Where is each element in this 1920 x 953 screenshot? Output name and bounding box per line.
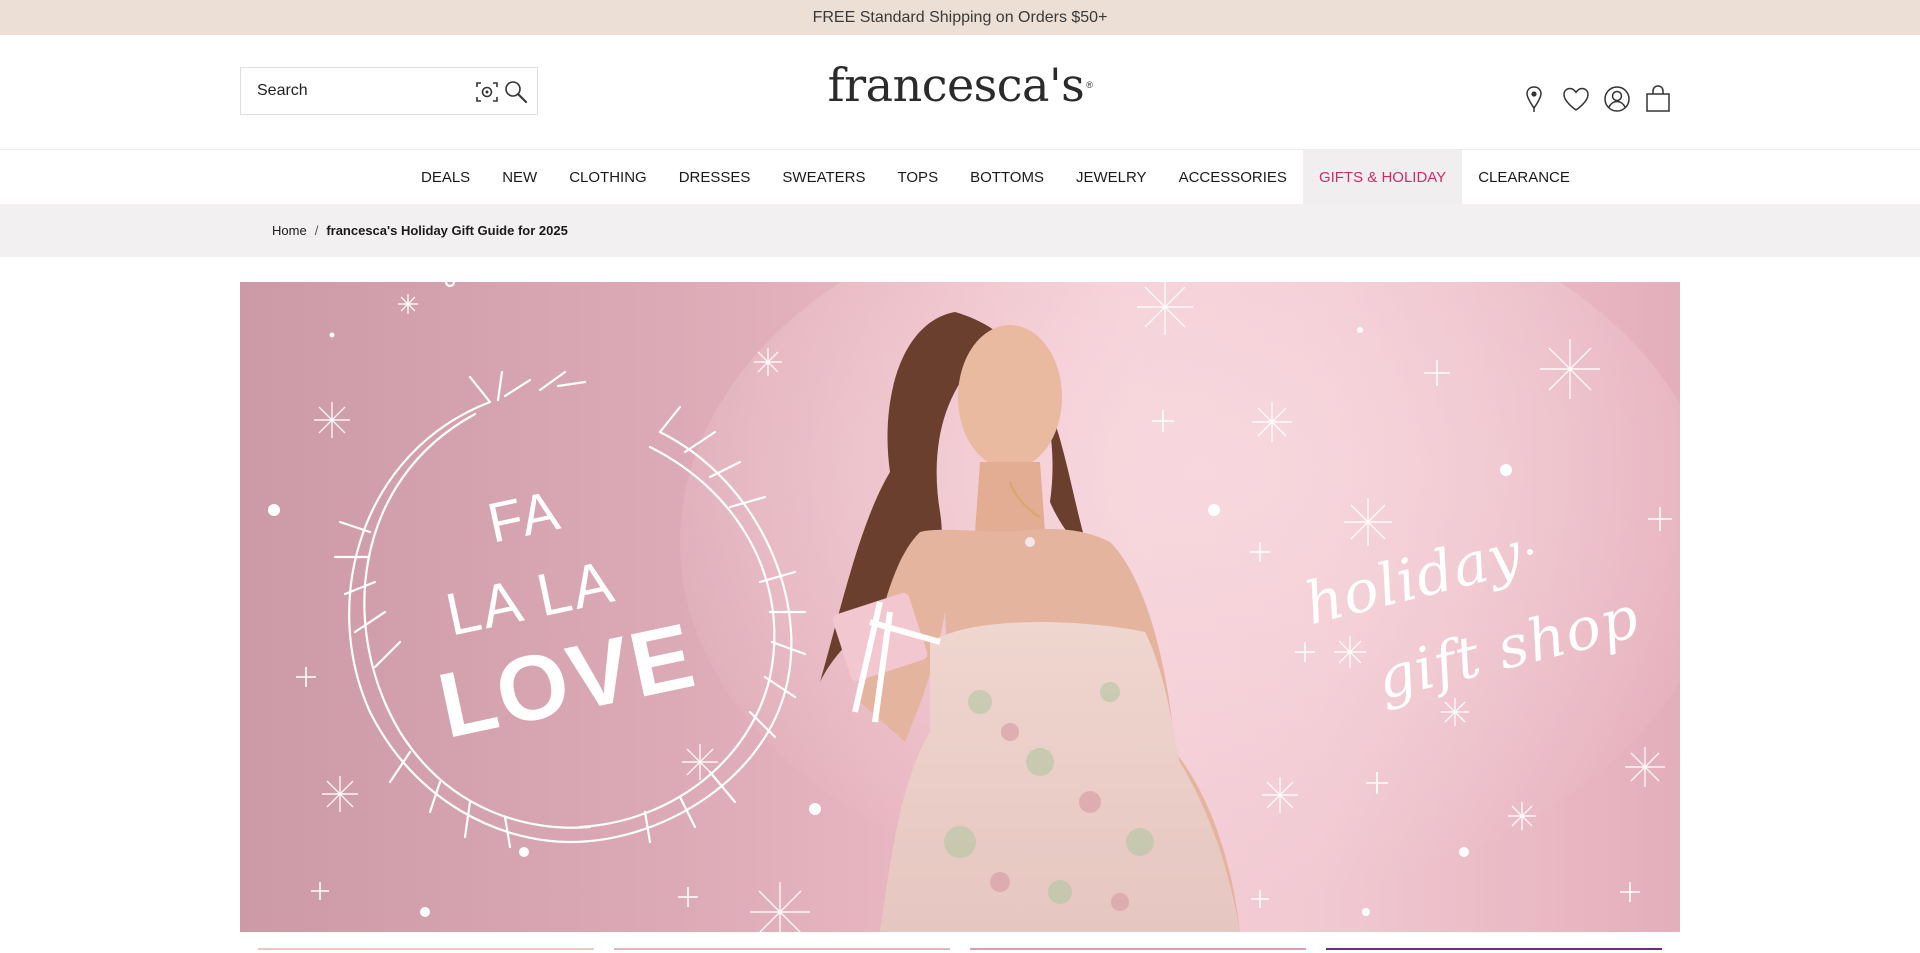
promo-banner[interactable]: FREE Standard Shipping on Orders $50+ <box>0 0 1920 35</box>
breadcrumb-separator: / <box>314 223 319 238</box>
location-pin-icon[interactable] <box>1518 83 1550 115</box>
card-peek-1 <box>258 948 594 950</box>
search-icon[interactable] <box>503 79 529 105</box>
hero-banner[interactable]: FA LA LA LOVE holiday gift shop <box>240 282 1680 932</box>
card-peek-4 <box>1326 948 1662 950</box>
breadcrumb-home-link[interactable]: Home <box>272 223 307 238</box>
heart-icon[interactable] <box>1560 83 1592 115</box>
main-navigation: DEALS NEW CLOTHING DRESSES SWEATERS TOPS BOTTO… <box>0 149 1920 204</box>
nav-item-dresses[interactable]: DRESSES <box>663 150 767 204</box>
nav-item-jewelry[interactable]: JEWELRY <box>1060 150 1163 204</box>
card-peek-2 <box>614 948 950 950</box>
nav-item-tops[interactable]: TOPS <box>882 150 955 204</box>
account-icon[interactable] <box>1601 83 1633 115</box>
content-cards-peek <box>258 948 1662 953</box>
shopping-bag-icon[interactable] <box>1642 83 1674 115</box>
search-box <box>240 67 538 115</box>
nav-item-bottoms[interactable]: BOTTOMS <box>954 150 1060 204</box>
card-peek-3 <box>970 948 1306 950</box>
breadcrumb-current: francesca's Holiday Gift Guide for 2025 <box>326 223 568 238</box>
nav-items: DEALS NEW CLOTHING DRESSES SWEATERS TOPS BOTTO… <box>405 150 1586 204</box>
nav-item-new[interactable]: NEW <box>486 150 553 204</box>
search-input[interactable] <box>257 68 457 114</box>
nav-item-gifts-holiday[interactable]: GIFTS & HOLIDAY <box>1302 150 1463 204</box>
header-icons <box>1518 83 1678 115</box>
breadcrumb: Home / francesca's Holiday Gift Guide fo… <box>272 204 568 257</box>
nav-item-clearance[interactable]: CLEARANCE <box>1462 150 1586 204</box>
logo-text: francesca's <box>827 58 1085 112</box>
site-header: francesca's ® <box>0 35 1920 150</box>
promo-text: FREE Standard Shipping on Orders $50+ <box>812 8 1108 26</box>
breadcrumb-bar: Home / francesca's Holiday Gift Guide fo… <box>0 204 1920 257</box>
nav-item-clothing[interactable]: CLOTHING <box>553 150 663 204</box>
nav-item-deals[interactable]: DEALS <box>405 150 486 204</box>
brand-logo[interactable]: francesca's ® <box>828 55 1093 115</box>
visual-search-icon[interactable] <box>475 80 499 104</box>
nav-item-accessories[interactable]: ACCESSORIES <box>1163 150 1303 204</box>
nav-item-sweaters[interactable]: SWEATERS <box>766 150 881 204</box>
